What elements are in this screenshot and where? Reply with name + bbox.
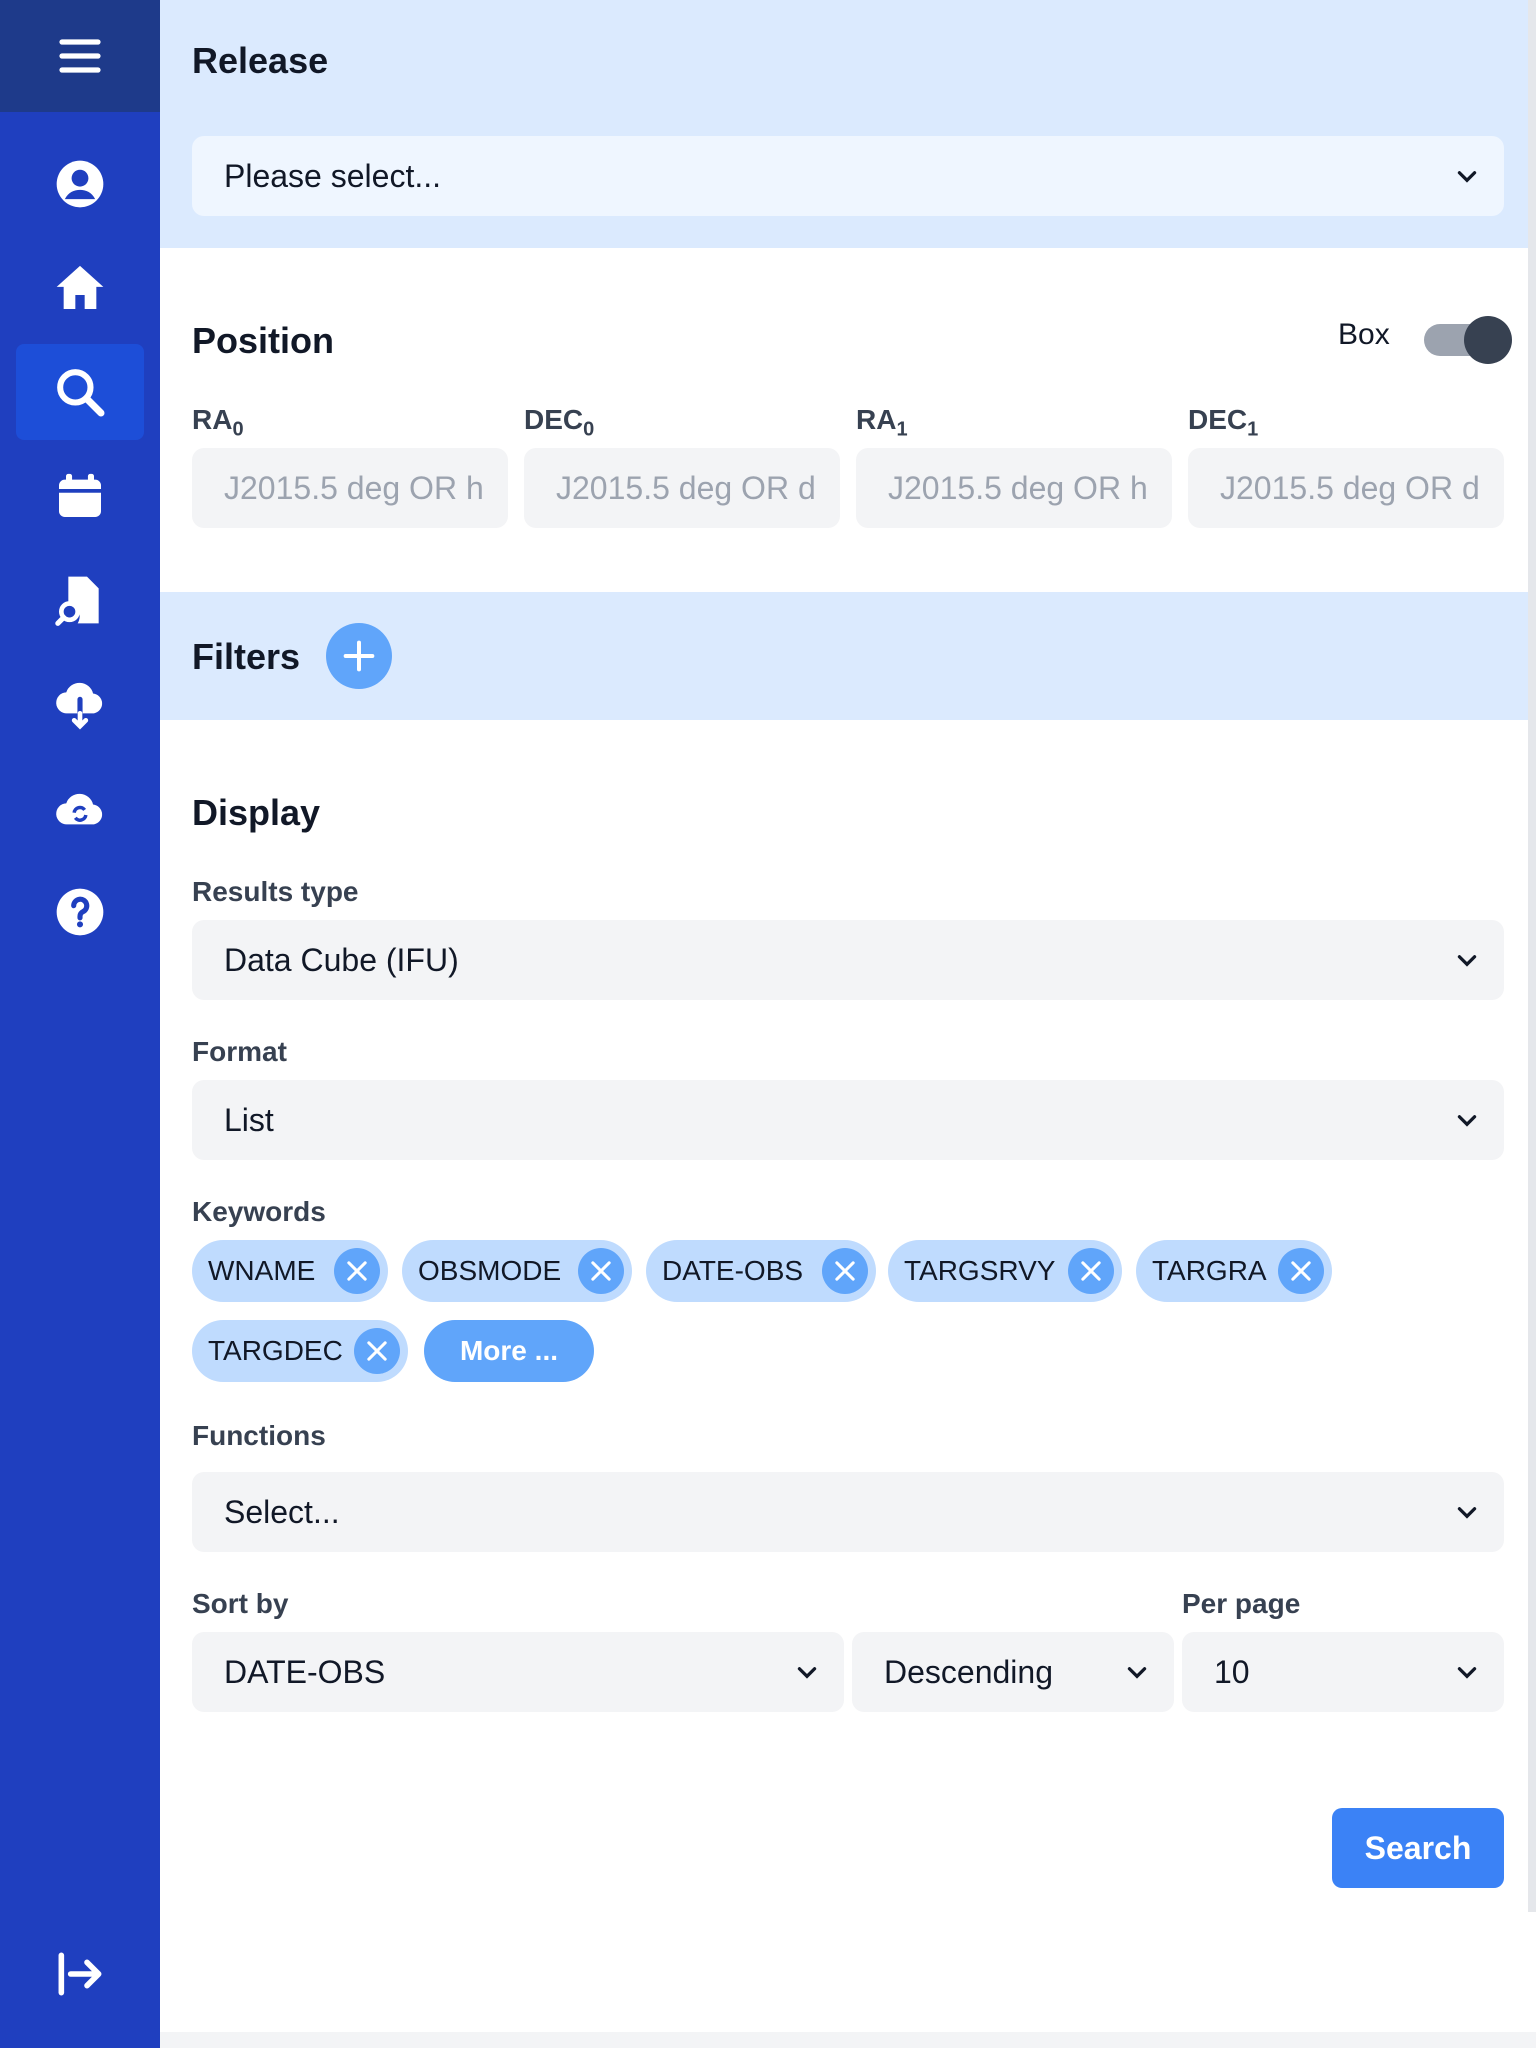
sidebar-item-help[interactable] bbox=[16, 864, 144, 960]
cloud-sync-icon bbox=[56, 793, 103, 825]
chevron-down-icon bbox=[1457, 955, 1477, 967]
close-icon bbox=[367, 1341, 387, 1361]
chevron-down-icon bbox=[1457, 1507, 1477, 1519]
release-title: Release bbox=[192, 40, 329, 81]
keyword-chip-label: TARGRA bbox=[1152, 1255, 1267, 1286]
file-search-icon bbox=[55, 576, 99, 626]
keyword-chip: WNAME bbox=[192, 1240, 388, 1302]
remove-keyword-button[interactable] bbox=[354, 1328, 400, 1374]
close-icon bbox=[1081, 1261, 1101, 1281]
results-type-select[interactable]: Data Cube (IFU) bbox=[192, 920, 1504, 1000]
sidebar-item-download[interactable] bbox=[16, 656, 144, 752]
sidebar-item-search[interactable] bbox=[16, 344, 144, 440]
remove-keyword-button[interactable] bbox=[1278, 1248, 1324, 1294]
chevron-down-icon bbox=[797, 1667, 817, 1679]
release-select-value: Please select... bbox=[224, 157, 441, 194]
sort-by-select[interactable]: DATE-OBS bbox=[192, 1632, 844, 1712]
dec1-input[interactable] bbox=[1188, 448, 1504, 528]
sort-by-label: Sort by bbox=[192, 1588, 289, 1619]
keyword-chip-label: TARGDEC bbox=[208, 1335, 343, 1366]
per-page-value: 10 bbox=[1214, 1653, 1250, 1690]
sort-order-value: Descending bbox=[884, 1653, 1053, 1690]
position-title: Position bbox=[192, 320, 334, 361]
functions-label: Functions bbox=[192, 1420, 326, 1451]
keywords-label: Keywords bbox=[192, 1196, 326, 1227]
bottom-bar bbox=[160, 2032, 1536, 2048]
user-icon bbox=[56, 160, 104, 208]
dec0-label: DEC0 bbox=[524, 404, 595, 441]
keyword-chip-label: WNAME bbox=[208, 1255, 316, 1286]
format-value: List bbox=[224, 1101, 274, 1138]
results-type-value: Data Cube (IFU) bbox=[224, 941, 459, 978]
calendar-icon bbox=[59, 473, 101, 517]
sidebar-item-home[interactable] bbox=[16, 240, 144, 336]
home-icon bbox=[56, 265, 104, 309]
add-filter-button[interactable] bbox=[326, 623, 392, 689]
chevron-down-icon bbox=[1457, 1115, 1477, 1127]
remove-keyword-button[interactable] bbox=[1068, 1248, 1114, 1294]
remove-keyword-button[interactable] bbox=[578, 1248, 624, 1294]
format-select[interactable]: List bbox=[192, 1080, 1504, 1160]
sidebar-item-sync[interactable] bbox=[16, 760, 144, 856]
per-page-select[interactable]: 10 bbox=[1182, 1632, 1504, 1712]
keyword-chip-label: DATE-OBS bbox=[662, 1255, 804, 1286]
main-content: Release Please select... Position Box RA… bbox=[160, 0, 1536, 2048]
keyword-chip: TARGRA bbox=[1136, 1240, 1332, 1302]
more-keywords-button[interactable]: More ... bbox=[424, 1320, 594, 1382]
search-icon bbox=[57, 369, 105, 417]
sidebar-item-calendar[interactable] bbox=[16, 448, 144, 544]
remove-keyword-button[interactable] bbox=[334, 1248, 380, 1294]
keyword-chip: TARGDEC bbox=[192, 1320, 408, 1382]
sidebar-item-logout[interactable] bbox=[16, 1926, 144, 2022]
results-type-label: Results type bbox=[192, 876, 359, 907]
dec0-input[interactable] bbox=[524, 448, 840, 528]
release-select[interactable]: Please select... bbox=[192, 136, 1504, 216]
box-toggle[interactable] bbox=[1424, 316, 1512, 364]
ra0-label: RA0 bbox=[192, 404, 244, 441]
sort-order-select[interactable]: Descending bbox=[852, 1632, 1174, 1712]
ra1-label: RA1 bbox=[856, 404, 908, 441]
keyword-chip: TARGSRVY bbox=[888, 1240, 1122, 1302]
keyword-chip-label: OBSMODE bbox=[418, 1255, 562, 1286]
functions-select[interactable]: Select... bbox=[192, 1472, 1504, 1552]
per-page-label: Per page bbox=[1182, 1588, 1301, 1619]
close-icon bbox=[835, 1261, 855, 1281]
menu-button[interactable] bbox=[0, 0, 160, 112]
keyword-chip: OBSMODE bbox=[402, 1240, 632, 1302]
plus-icon bbox=[343, 640, 375, 672]
ra1-input[interactable] bbox=[856, 448, 1172, 528]
dec1-label: DEC1 bbox=[1188, 404, 1259, 441]
remove-keyword-button[interactable] bbox=[822, 1248, 868, 1294]
keyword-chip: DATE-OBS bbox=[646, 1240, 876, 1302]
functions-value: Select... bbox=[224, 1493, 340, 1530]
chevron-down-icon bbox=[1457, 1667, 1477, 1679]
keyword-chip-label: TARGSRVY bbox=[904, 1255, 1056, 1286]
toggle-knob bbox=[1464, 316, 1512, 364]
chevron-down-icon bbox=[1457, 171, 1477, 183]
format-label: Format bbox=[192, 1036, 287, 1067]
search-button[interactable]: Search bbox=[1332, 1808, 1504, 1888]
sort-by-value: DATE-OBS bbox=[224, 1653, 386, 1690]
help-icon bbox=[56, 888, 104, 936]
sidebar bbox=[0, 0, 160, 2048]
menu-icon bbox=[59, 39, 101, 73]
filters-title: Filters bbox=[192, 636, 301, 677]
ra0-input[interactable] bbox=[192, 448, 508, 528]
sidebar-item-file-search[interactable] bbox=[16, 552, 144, 648]
cloud-download-icon bbox=[56, 682, 103, 730]
sidebar-item-profile[interactable] bbox=[16, 136, 144, 232]
scrollbar[interactable] bbox=[1528, 0, 1536, 1912]
logout-icon bbox=[58, 1952, 102, 1996]
chevron-down-icon bbox=[1127, 1667, 1147, 1679]
close-icon bbox=[347, 1261, 367, 1281]
display-title: Display bbox=[192, 792, 321, 833]
close-icon bbox=[1291, 1261, 1311, 1281]
box-toggle-label: Box bbox=[1338, 318, 1390, 351]
close-icon bbox=[591, 1261, 611, 1281]
